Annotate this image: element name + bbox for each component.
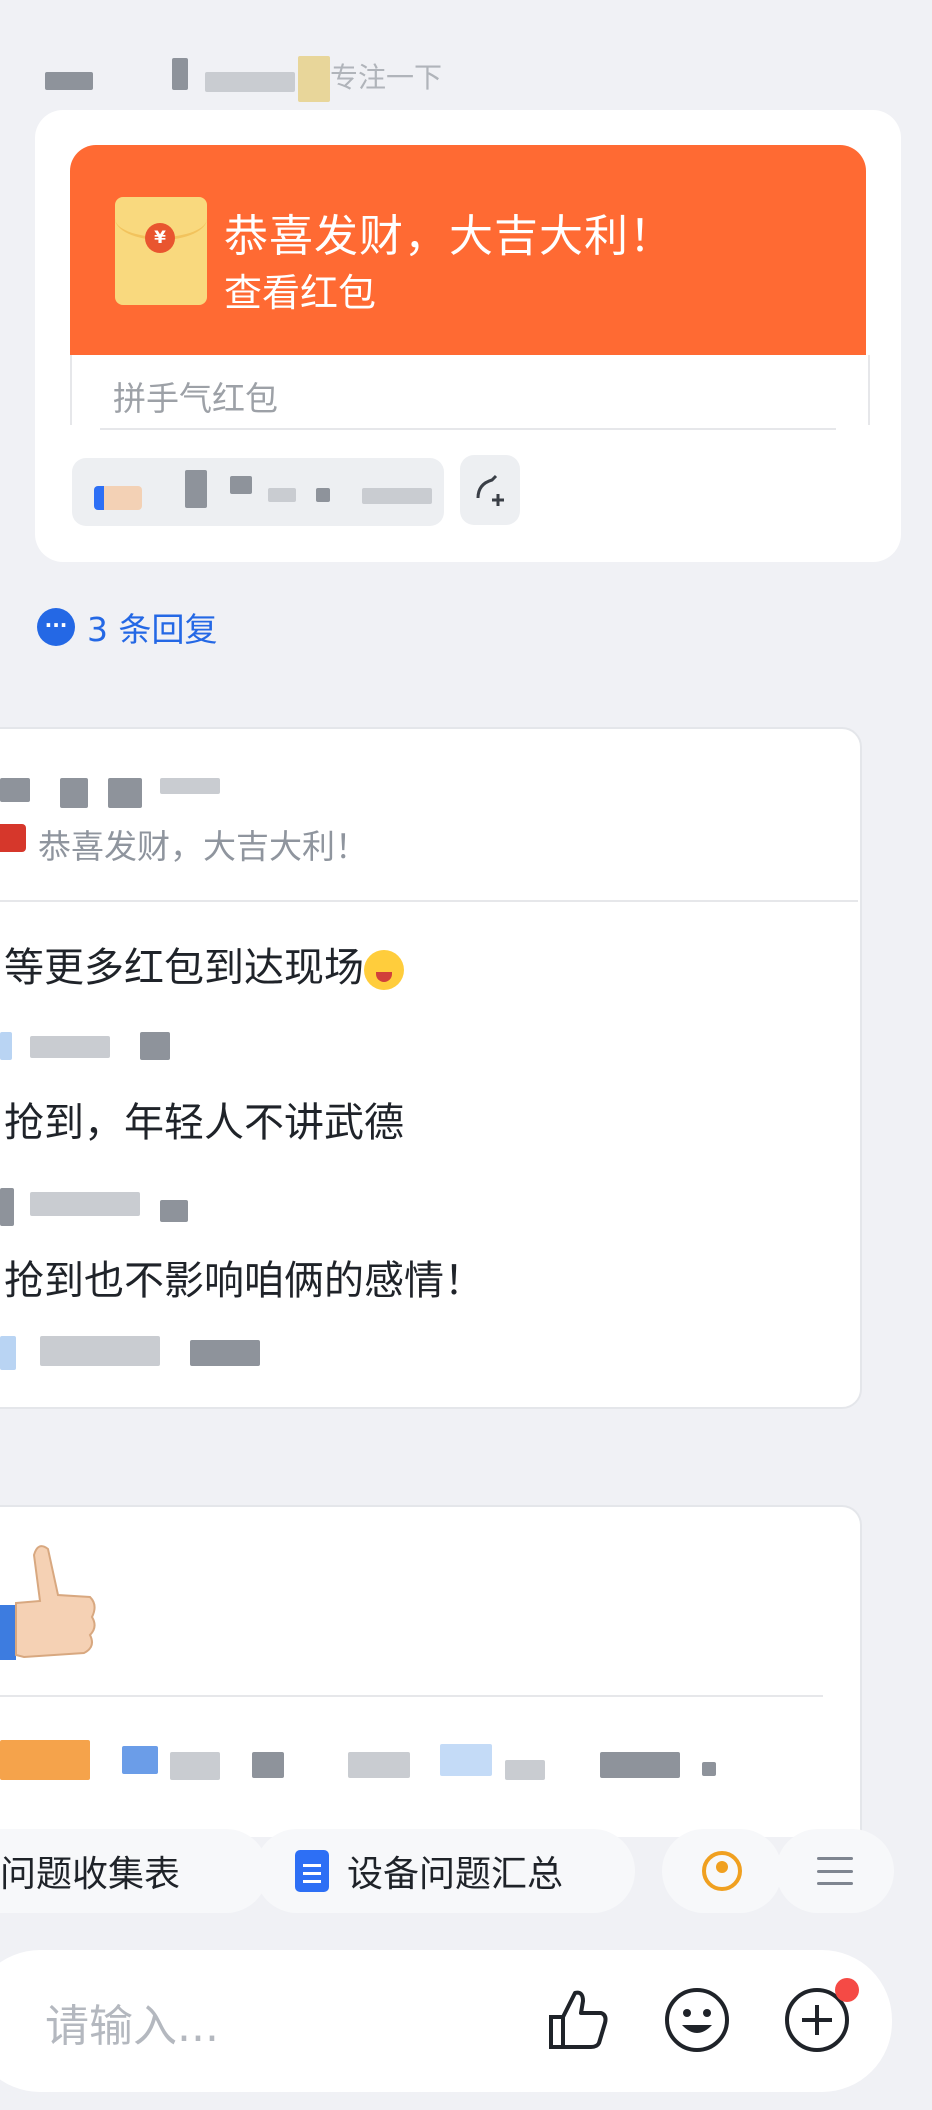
chip-more-menu[interactable] (776, 1829, 894, 1913)
blurred-username (40, 1336, 160, 1366)
blurred-reactions (702, 1762, 716, 1776)
chip-device-issues[interactable]: 设备问题汇总 (255, 1829, 635, 1913)
blurred-reactor (316, 488, 330, 502)
divider (0, 1695, 823, 1697)
blurred-username (108, 778, 142, 808)
replies-link[interactable]: ··· 3 条回复 (37, 603, 218, 651)
blurred-username (0, 1188, 14, 1226)
blurred-username (172, 58, 188, 90)
reply-message: 等更多红包到达现场 (4, 935, 404, 993)
red-packet-mini-icon (0, 824, 26, 852)
blurred-reactions (348, 1752, 410, 1778)
blurred-reactions (505, 1760, 545, 1780)
blurred-reactor (268, 488, 296, 502)
blurred-reactions (252, 1752, 284, 1778)
thumbs-up-emoji-icon (0, 1545, 96, 1660)
red-packet-title: 恭喜发财，大吉大利！ (224, 211, 674, 262)
header-faded-text: 专注一下 (330, 61, 443, 94)
blurred-username (0, 778, 30, 802)
location-pin-icon (702, 1851, 742, 1891)
divider (100, 428, 836, 430)
blurred-username (0, 1032, 12, 1060)
blurred-reactor (362, 488, 432, 504)
chip-question-form[interactable]: 问题收集表 (0, 1829, 268, 1913)
document-icon (295, 1850, 329, 1892)
red-packet-type: 拼手气红包 (113, 379, 278, 418)
add-reaction-button[interactable] (460, 455, 520, 525)
quoted-message: 恭喜发财，大吉大利！ (38, 827, 368, 866)
emoji-icon (364, 950, 404, 990)
red-envelope-icon: ¥ (115, 197, 207, 305)
chip-label: 问题收集表 (0, 1854, 181, 1895)
reply-text: 等更多红包到达现场 (4, 945, 364, 991)
blurred-username (190, 1340, 260, 1366)
divider (0, 900, 858, 902)
blurred-reactor (230, 476, 252, 494)
view-red-packet-link[interactable]: 查看红包 (224, 262, 376, 317)
blurred-reactions (0, 1740, 90, 1780)
currency-coin-icon: ¥ (145, 223, 175, 253)
message-input[interactable]: 请输入... (45, 1990, 219, 2054)
reply-message: 抢到，年轻人不讲武德 (4, 1100, 404, 1146)
reaction-emoji-icon (94, 486, 142, 510)
notification-dot (835, 1978, 859, 2002)
add-reaction-icon (476, 474, 504, 506)
blurred-username (0, 1336, 16, 1370)
chip-label: 设备问题汇总 (347, 1854, 564, 1895)
blurred-username (160, 778, 220, 794)
blurred-username (30, 1036, 110, 1058)
blurred-username (60, 778, 88, 808)
emoji-icon[interactable] (662, 1985, 732, 2055)
blurred-reactions (600, 1752, 680, 1778)
blurred-username (205, 72, 295, 92)
blurred-avatar (298, 56, 330, 102)
blurred-username (160, 1200, 188, 1222)
blurred-reactions (170, 1752, 220, 1780)
chip-location[interactable] (662, 1829, 782, 1913)
blurred-username (140, 1032, 170, 1060)
reply-message: 抢到也不影响咱俩的感情！ (4, 1258, 484, 1304)
thumbs-up-message-card (0, 1505, 862, 1837)
chat-bubble-icon: ··· (37, 608, 75, 646)
blurred-username (45, 72, 93, 90)
menu-icon (817, 1857, 853, 1885)
blurred-reactions (122, 1746, 158, 1774)
blurred-reactions (440, 1744, 492, 1776)
blurred-reactor (185, 470, 207, 508)
thumbs-up-icon[interactable] (543, 1985, 613, 2055)
blurred-username (30, 1192, 140, 1216)
replies-count-label: 3 条回复 (87, 610, 218, 649)
